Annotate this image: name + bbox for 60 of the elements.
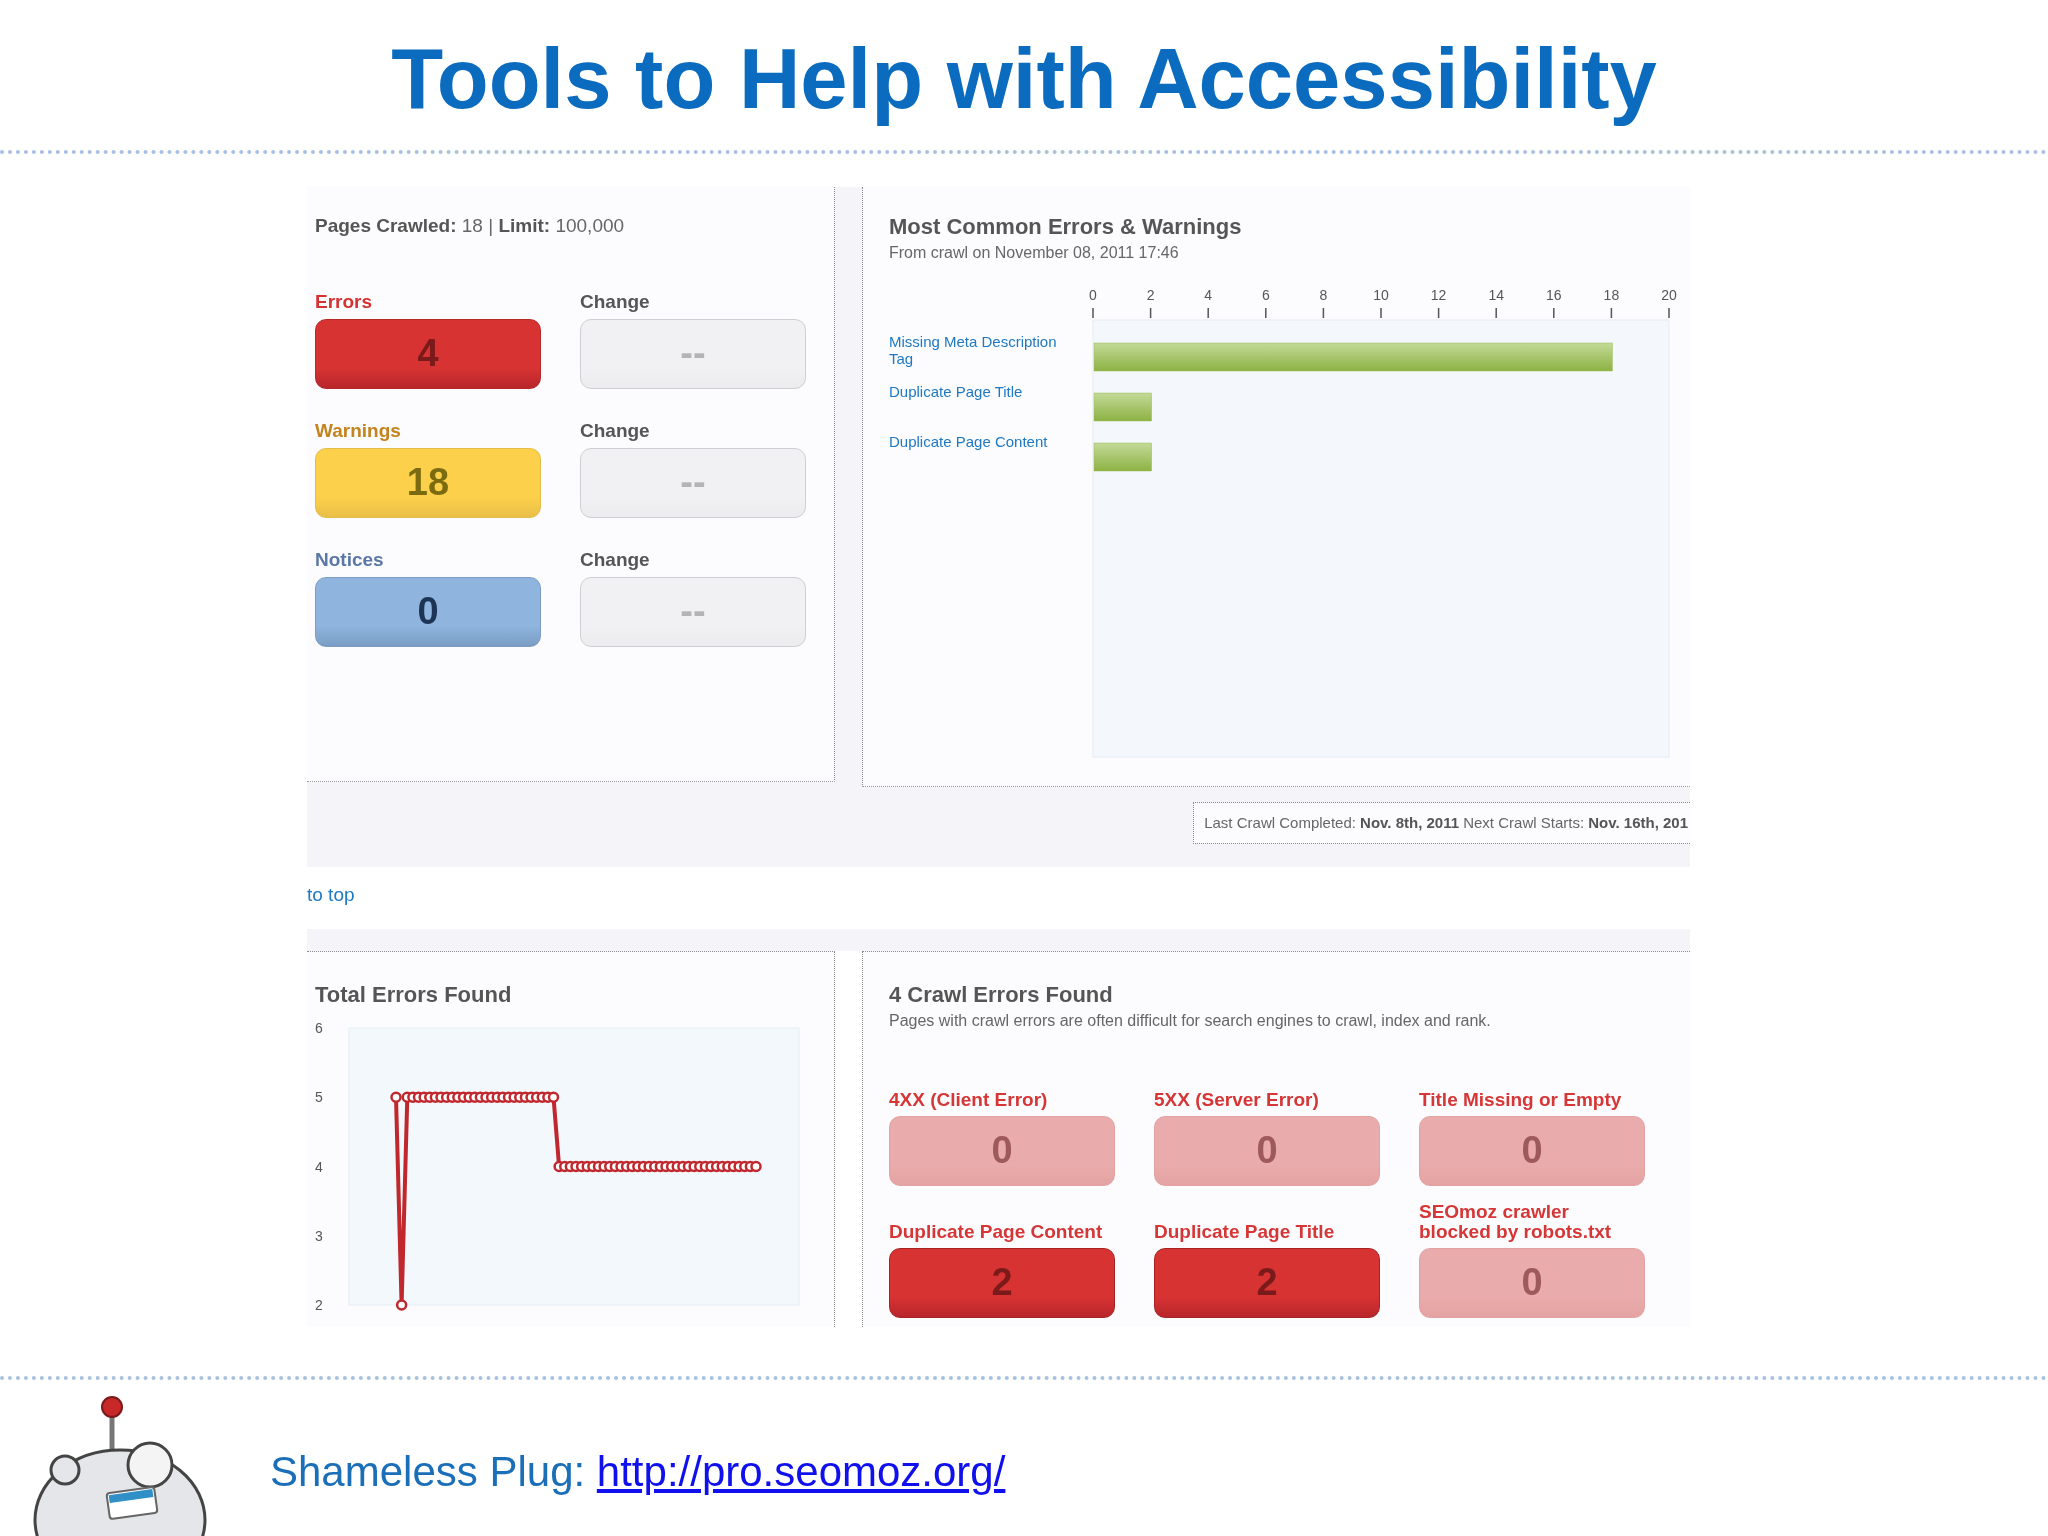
stat-label: Errors xyxy=(315,290,374,314)
tick-label: 10 xyxy=(1373,286,1389,303)
change-value: -- xyxy=(580,576,806,647)
error-type-label: Duplicate Page Title xyxy=(1154,1221,1336,1242)
category-link[interactable]: Duplicate Page Title xyxy=(889,382,1023,400)
change-label: Change xyxy=(580,290,651,314)
change-value: -- xyxy=(580,318,806,389)
change-value: -- xyxy=(580,447,806,518)
category-link[interactable]: Missing Meta Description Tag xyxy=(889,332,1069,367)
tick-label: 8 xyxy=(1319,286,1328,303)
error-type-label: 4XX (Client Error) xyxy=(889,1089,1049,1110)
change-label: Change xyxy=(580,419,651,443)
error-count: 2 xyxy=(889,1247,1115,1318)
pages-crawled-text: Pages Crawled: 18 | Limit: 100,000 xyxy=(315,214,626,237)
tick-label: 6 xyxy=(1261,286,1270,303)
stat-count: 4 xyxy=(315,318,541,389)
plug-link[interactable]: http://pro.seomoz.org/ xyxy=(596,1448,1006,1495)
section-subtitle: Pages with crawl errors are often difficult for search engines to crawl, index and rank. xyxy=(889,1011,1492,1030)
chart-title: Most Common Errors & Warnings xyxy=(889,213,1243,240)
error-type-label: Title Missing or Empty xyxy=(1419,1089,1623,1110)
crawl-status: Last Crawl Completed: Nov. 8th, 2011 Next Crawl Starts: Nov. 16th, 201 xyxy=(1193,801,1690,844)
bar xyxy=(1093,392,1152,422)
error-type-label: 5XX (Server Error) xyxy=(1154,1089,1320,1110)
stat-count: 18 xyxy=(315,447,541,518)
data-point xyxy=(547,1091,560,1103)
error-count: 0 xyxy=(889,1115,1115,1186)
tick-label: 2 xyxy=(315,1296,323,1313)
tick-label: 2 xyxy=(1146,286,1155,303)
tick-label: 12 xyxy=(1430,286,1447,303)
change-label: Change xyxy=(580,548,651,572)
data-point xyxy=(395,1299,408,1311)
plug-label: Shameless Plug: xyxy=(270,1448,587,1495)
data-point xyxy=(390,1091,402,1103)
tick-label: 4 xyxy=(315,1158,323,1175)
bar xyxy=(1093,442,1152,472)
tick-label: 14 xyxy=(1488,286,1504,303)
tick-label: 20 xyxy=(1661,286,1677,303)
error-count: 0 xyxy=(1419,1247,1645,1318)
stat-label: Warnings xyxy=(315,419,402,443)
error-count: 0 xyxy=(1154,1115,1380,1186)
error-type-label: SEOmoz crawler blocked by robots.txt xyxy=(1419,1201,1613,1242)
tick-label: 3 xyxy=(315,1227,323,1244)
category-link[interactable]: Duplicate Page Content xyxy=(889,432,1048,450)
back-to-top-link[interactable]: to top xyxy=(307,866,355,929)
chart-title: Total Errors Found xyxy=(315,981,513,1008)
data-point xyxy=(750,1160,762,1173)
tick-label: 16 xyxy=(1546,286,1562,303)
slide-title: Tools to Help with Accessibility xyxy=(390,29,1658,128)
tick-label: 18 xyxy=(1603,286,1620,303)
stat-label: Notices xyxy=(315,548,385,572)
error-count: 2 xyxy=(1154,1247,1380,1318)
tick-label: 6 xyxy=(315,1019,323,1036)
chart-subtitle: From crawl on November 08, 2011 17:46 xyxy=(889,243,1180,262)
tick-label: 4 xyxy=(1204,286,1213,303)
tick-label: 5 xyxy=(315,1089,323,1106)
stat-count: 0 xyxy=(315,576,541,647)
error-count: 0 xyxy=(1419,1115,1645,1186)
tick-label: 0 xyxy=(1089,286,1097,303)
section-title: 4 Crawl Errors Found xyxy=(889,981,1114,1008)
error-type-label: Duplicate Page Content xyxy=(889,1221,1104,1242)
